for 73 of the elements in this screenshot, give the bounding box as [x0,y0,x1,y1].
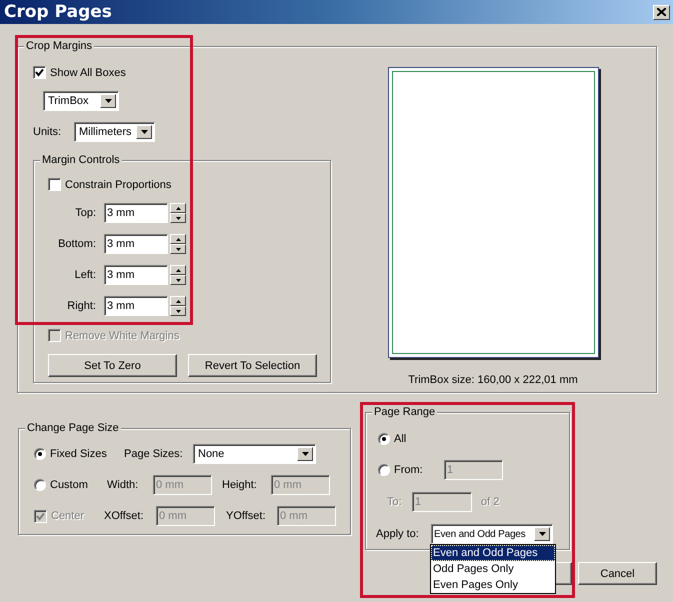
checkbox[interactable] [48,178,61,191]
spin-up-button[interactable] [170,203,186,213]
page-count: of 2 [481,496,500,508]
triangle-up-icon [176,300,180,302]
field-label: Apply to: [376,528,420,540]
caret-down-icon [140,130,148,134]
radio-label: Fixed Sizes [50,448,107,460]
dropdown-option[interactable]: Even and Odd Pages [431,545,555,561]
triangle-down-icon [176,248,180,250]
window-title: Crop Pages [4,2,112,22]
group-title: Crop Margins [24,40,94,53]
field-label: Page Sizes: [124,448,184,460]
caret-down-icon [538,532,546,536]
preview-caption: TrimBox size: 160,00 x 222,01 mm [408,374,578,386]
group-title: Page Range [372,406,438,419]
dropdown[interactable]: None [193,444,316,464]
field-label: Units: [33,126,62,138]
checkbox-label: Remove White Margins [65,330,180,342]
radio-button[interactable] [378,464,390,476]
spin-up-button[interactable] [170,296,186,306]
group-title: Change Page Size [25,422,121,435]
triangle-down-icon [176,216,180,220]
spin-up-button[interactable] [170,265,186,275]
action-button[interactable]: Revert To Selection [188,354,317,377]
triangle-up-icon [176,206,180,210]
field-label: Height: [222,479,258,491]
spin-down-button[interactable] [170,306,186,316]
radio-button[interactable] [378,433,390,445]
dropdown-option[interactable]: Even Pages Only [431,577,555,593]
cancel-button[interactable]: Cancel [578,562,657,585]
radio-label: From: [394,464,423,476]
radio-button[interactable] [34,448,46,460]
field-label: Top: [74,207,96,219]
spin-down-button[interactable] [170,213,186,223]
spin-up-button[interactable] [170,234,186,244]
action-button[interactable]: Set To Zero [48,354,177,377]
radio-button[interactable] [34,479,46,491]
close-button[interactable] [653,4,670,20]
dropdown[interactable]: Millimeters [74,122,155,142]
triangle-up-icon [176,268,180,272]
caret-down-icon [302,452,308,456]
dropdown-option[interactable]: Odd Pages Only [431,561,555,577]
checkbox-label: Constrain Proportions [65,178,172,190]
field-label: Left: [74,269,96,281]
field-label: YOffset: [226,510,267,522]
field-label: Width: [107,479,140,491]
spin-down-button[interactable] [170,244,186,254]
dropdown-arrow-button[interactable] [534,527,550,541]
dropdown-arrow-button[interactable] [297,447,313,461]
radio-label: Custom [50,479,88,491]
radio-label: All [394,433,406,445]
dropdown-arrow-button[interactable] [136,125,152,139]
text-field[interactable]: 3 mm [104,265,168,285]
triangle-down-icon [176,310,180,312]
triangle-up-icon [176,238,180,240]
dropdown[interactable]: Even and Odd Pages [431,524,553,544]
text-field[interactable]: 3 mm [104,296,168,316]
caret-down-icon [104,99,112,103]
text-field[interactable]: 3 mm [104,203,168,223]
dropdown[interactable]: TrimBox [43,91,119,111]
spin-down-button[interactable] [170,275,186,285]
dropdown-arrow-button[interactable] [100,94,116,108]
text-field[interactable]: 3 mm [104,234,168,254]
triangle-down-icon [176,278,180,282]
group-title: Margin Controls [40,154,122,167]
field-label: XOffset: [104,510,145,522]
field-label: To: [387,496,403,508]
field-label: Bottom: [57,238,96,250]
close-icon [657,8,666,16]
field-label: Right: [66,300,96,312]
checkbox-label: Show All Boxes [50,66,126,78]
checkbox-label: Center [51,510,84,522]
checkbox[interactable] [33,66,46,79]
